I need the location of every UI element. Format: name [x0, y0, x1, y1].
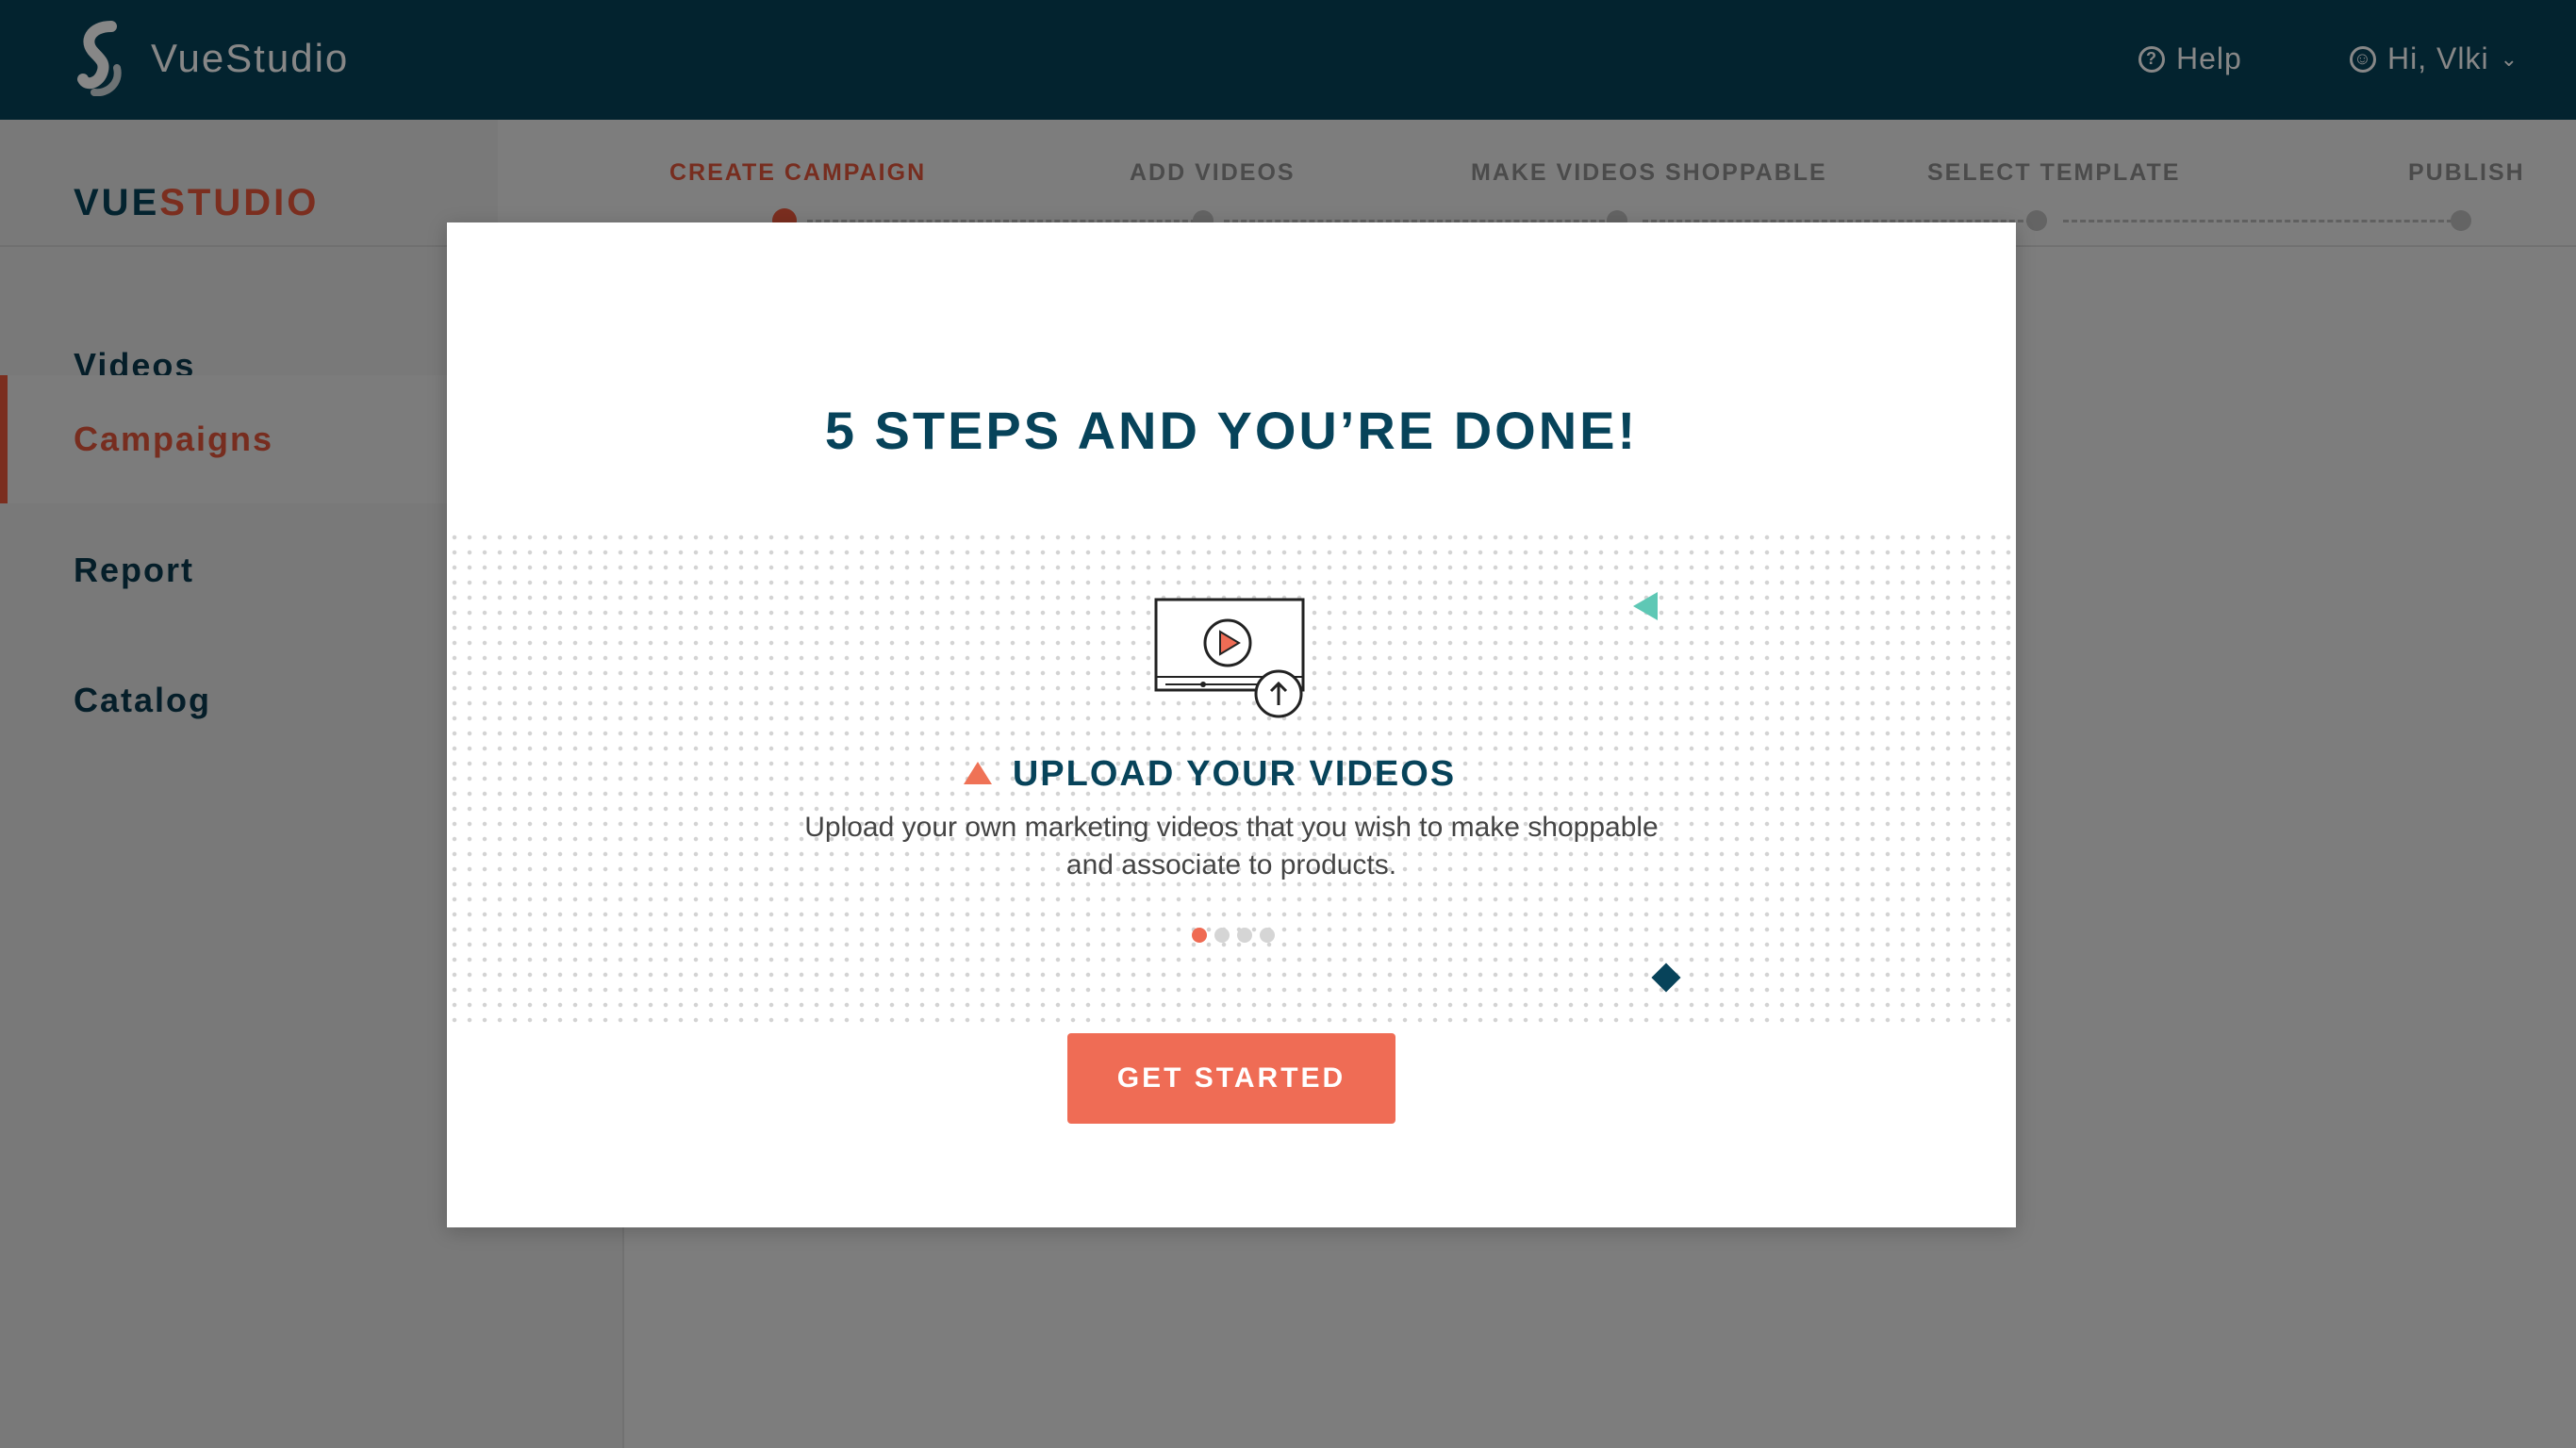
modal-title: 5 STEPS AND YOU’RE DONE!: [824, 401, 1639, 460]
pager-dot[interactable]: [1237, 928, 1252, 943]
slide-description-line: and associate to products.: [1065, 849, 1397, 880]
slide-description: Upload your own marketing videos that yo…: [768, 809, 1695, 884]
pager-dot[interactable]: [1192, 928, 1207, 943]
slide-description-line: Upload your own marketing videos that yo…: [804, 812, 1659, 843]
slide-heading: UPLOAD YOUR VIDEOS: [1012, 754, 1457, 794]
carousel-pager: [1192, 928, 1275, 943]
pager-dot[interactable]: [1260, 928, 1275, 943]
pager-dot[interactable]: [1214, 928, 1230, 943]
onboarding-modal: 5 STEPS AND YOU’RE DONE! UPLOAD YOUR VID…: [447, 222, 2016, 1227]
get-started-button[interactable]: GET STARTED: [1067, 1033, 1395, 1124]
video-upload-icon: [1154, 598, 1305, 718]
triangle-decoration-icon: [1633, 592, 1658, 620]
